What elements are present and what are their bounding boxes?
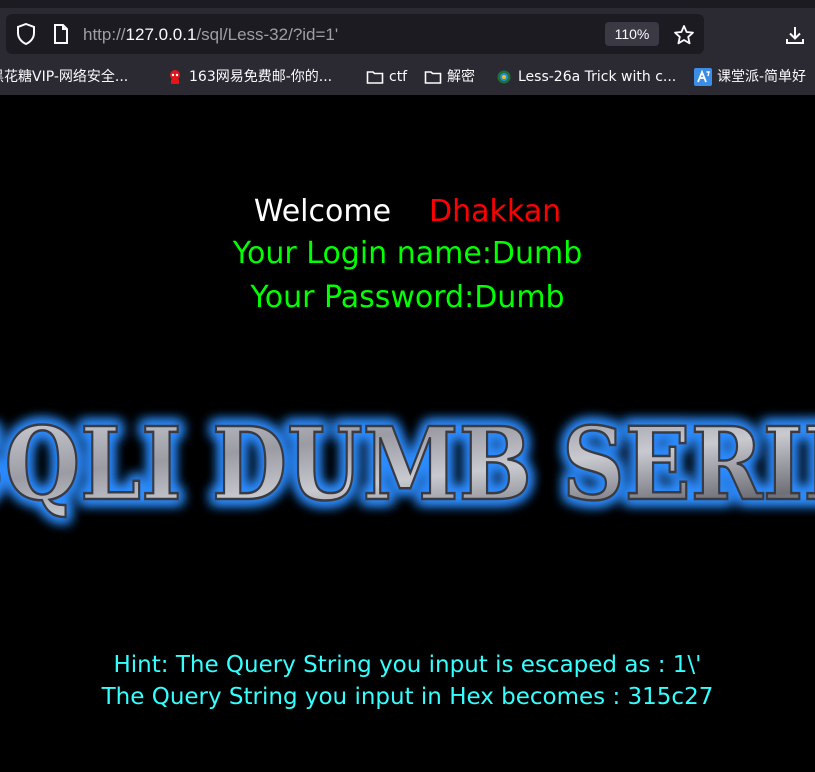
folder-icon bbox=[424, 68, 442, 86]
welcome-label: Welcome bbox=[253, 194, 392, 229]
bookmark-label: ctf bbox=[389, 69, 408, 85]
bookmark-item[interactable]: 163网易免费邮-你的... bbox=[166, 62, 332, 92]
login-name-line: Your Login name:Dumb bbox=[232, 236, 583, 271]
url-host: 127.0.0.1 bbox=[125, 25, 197, 44]
bookmark-label: 黑花糖VIP-网络安全... bbox=[0, 69, 129, 85]
mail-163-icon bbox=[166, 68, 184, 86]
welcome-line: Welcome Dhakkan bbox=[0, 193, 815, 231]
bookmark-label: Less-26a Trick with c... bbox=[518, 69, 677, 85]
star-icon[interactable] bbox=[671, 22, 697, 48]
bookmark-item[interactable]: 课堂派-简单好 bbox=[694, 62, 806, 92]
username-display: Dhakkan bbox=[429, 194, 562, 229]
peacock-icon bbox=[495, 68, 513, 86]
zoom-level-button[interactable]: 110% bbox=[605, 22, 659, 46]
password-line: Your Password:Dumb bbox=[250, 280, 565, 315]
tab-strip bbox=[0, 0, 815, 8]
bookmarks-toolbar: 黑花糖VIP-网络安全... 163网易免费邮-你的... ctf 解密 Les… bbox=[0, 62, 815, 92]
bookmark-item[interactable]: Less-26a Trick with c... bbox=[495, 62, 676, 92]
banner-metal-text: SQLI DUMB SERIES bbox=[0, 405, 815, 523]
url-path: /sql/Less-32/?id=1' bbox=[196, 25, 339, 44]
bookmark-item[interactable]: 黑花糖VIP-网络安全... bbox=[0, 62, 128, 92]
folder-icon bbox=[366, 68, 384, 86]
bookmark-label: 课堂派-简单好 bbox=[717, 69, 807, 85]
hint-hex-line: The Query String you input in Hex become… bbox=[101, 684, 714, 710]
page-content: Welcome Dhakkan Your Login name:Dumb Your… bbox=[0, 95, 815, 772]
hint-escaped-line: Hint: The Query String you input is esca… bbox=[113, 652, 702, 678]
page-icon[interactable] bbox=[50, 22, 72, 46]
download-icon[interactable] bbox=[782, 22, 808, 48]
bookmark-label: 163网易免费邮-你的... bbox=[189, 69, 333, 85]
browser-chrome: http://127.0.0.1/sql/Less-32/?id=1' 110%… bbox=[0, 0, 815, 95]
bookmark-item[interactable]: 解密 bbox=[424, 62, 475, 92]
bookmark-label: 解密 bbox=[447, 69, 475, 85]
ketangpai-icon bbox=[694, 68, 712, 86]
url-text[interactable]: http://127.0.0.1/sql/Less-32/?id=1' bbox=[83, 22, 338, 48]
url-prefix: http:// bbox=[83, 25, 126, 44]
bookmark-item[interactable]: ctf bbox=[366, 62, 407, 92]
sqli-dumb-series-banner: SQLI DUMB SERIES SQLI DUMB SERIES bbox=[0, 405, 815, 535]
shield-icon[interactable] bbox=[14, 22, 38, 46]
